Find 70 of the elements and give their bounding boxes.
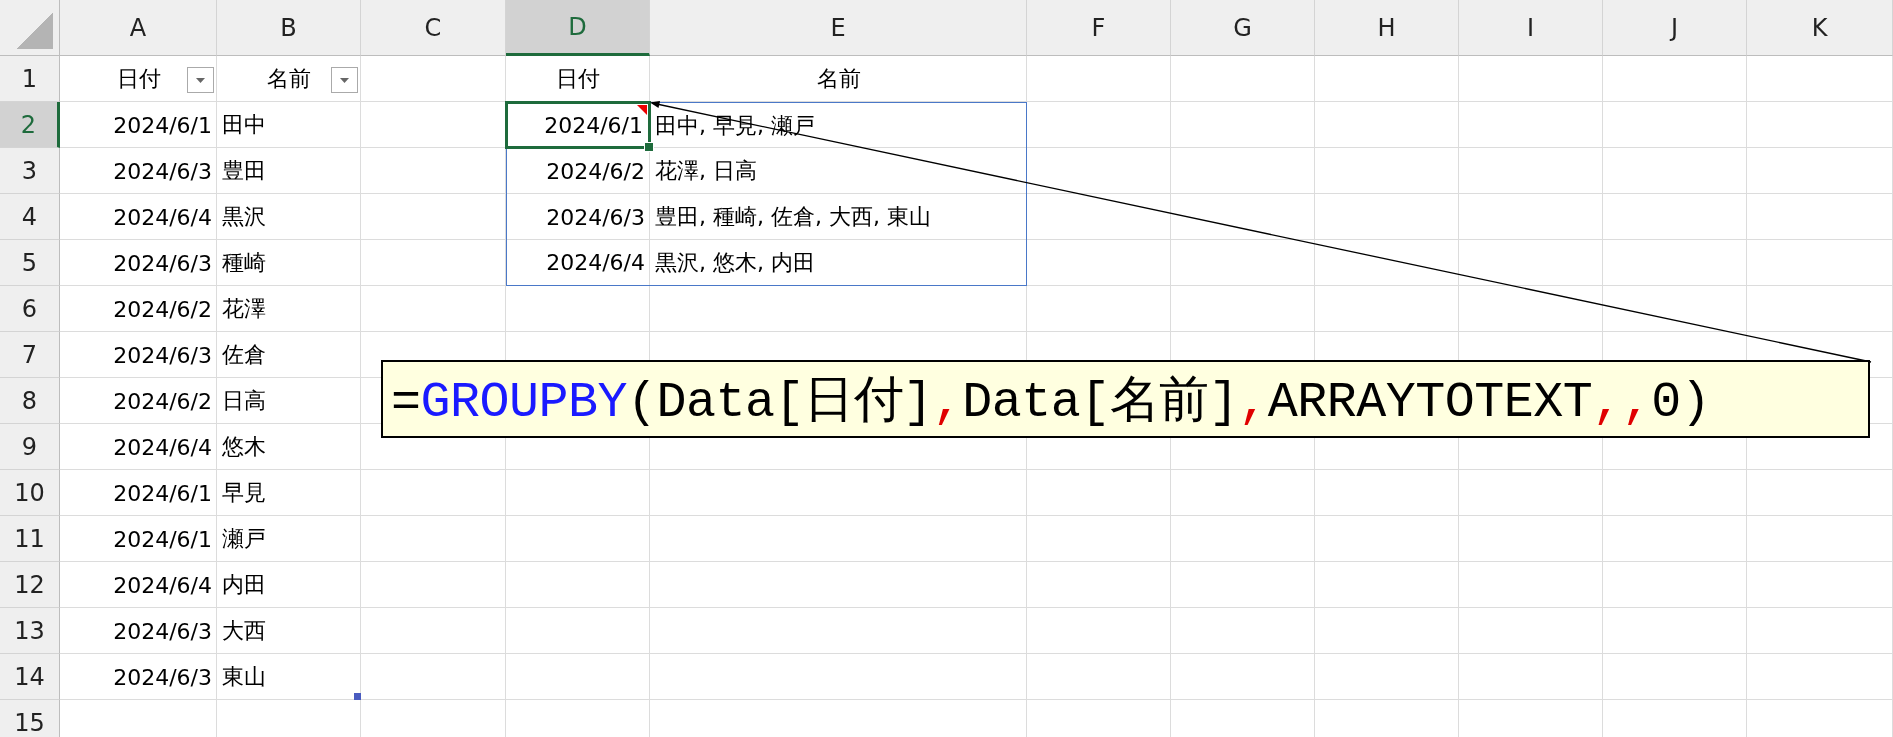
row-header[interactable]: 2 bbox=[0, 102, 60, 148]
filter-dropdown-button[interactable] bbox=[331, 67, 358, 93]
cell-text: 名前 bbox=[816, 65, 861, 93]
cell-text: 日高 bbox=[222, 387, 266, 415]
row-header[interactable]: 6 bbox=[0, 286, 60, 332]
cell-text: 2024/6/3 bbox=[546, 204, 645, 230]
column-header[interactable]: A bbox=[60, 0, 217, 56]
row-header[interactable]: 12 bbox=[0, 562, 60, 608]
row-header[interactable]: 1 bbox=[0, 56, 60, 102]
table-resize-handle[interactable] bbox=[354, 693, 361, 700]
cell-text: 2024/6/2 bbox=[113, 296, 212, 322]
row-header[interactable]: 11 bbox=[0, 516, 60, 562]
cell-text: 2024/6/3 bbox=[113, 342, 212, 368]
cell-text: 日付 bbox=[116, 65, 161, 93]
cell-text: 悠木 bbox=[222, 433, 266, 461]
cell-text: 田中 bbox=[222, 111, 266, 139]
cell-text: 2024/6/4 bbox=[113, 572, 212, 598]
cell-text: 2024/6/3 bbox=[113, 664, 212, 690]
cell-text: 2024/6/4 bbox=[546, 250, 645, 275]
row-header[interactable]: 15 bbox=[0, 700, 60, 737]
column-header[interactable]: F bbox=[1027, 0, 1171, 56]
row-header[interactable]: 10 bbox=[0, 470, 60, 516]
row-header[interactable]: 4 bbox=[0, 194, 60, 240]
cell-text: 豊田, 種崎, 佐倉, 大西, 東山 bbox=[655, 203, 931, 231]
row-header[interactable]: 3 bbox=[0, 148, 60, 194]
column-header[interactable]: H bbox=[1315, 0, 1459, 56]
cell-text: 瀬戸 bbox=[222, 525, 266, 553]
cell-text: 2024/6/3 bbox=[113, 250, 212, 276]
cell-text: 種崎 bbox=[222, 249, 266, 277]
cell-text: 豊田 bbox=[222, 157, 266, 185]
cell-text: 2024/6/3 bbox=[113, 158, 212, 184]
cell-text: 大西 bbox=[222, 617, 266, 645]
cell-text: 花澤 bbox=[222, 295, 266, 323]
column-header[interactable]: K bbox=[1747, 0, 1893, 56]
column-header[interactable]: D bbox=[506, 0, 650, 56]
cell-text: 佐倉 bbox=[222, 341, 266, 369]
filter-dropdown-button[interactable] bbox=[187, 67, 214, 93]
column-header[interactable]: C bbox=[361, 0, 506, 56]
column-header[interactable]: I bbox=[1459, 0, 1603, 56]
column-header[interactable]: J bbox=[1603, 0, 1747, 56]
fill-handle[interactable] bbox=[644, 142, 654, 152]
cell-text: 内田 bbox=[222, 571, 266, 599]
cell-text: 早見 bbox=[222, 479, 266, 507]
cell-text: 2024/6/4 bbox=[113, 204, 212, 230]
row-header[interactable]: 5 bbox=[0, 240, 60, 286]
cell-text: 2024/6/1 bbox=[544, 112, 643, 138]
caret-icon bbox=[196, 77, 205, 83]
cell-text: 花澤, 日高 bbox=[655, 157, 757, 185]
cell-text: 2024/6/4 bbox=[113, 434, 212, 460]
cell-text: 2024/6/3 bbox=[113, 618, 212, 644]
cell-text: 名前 bbox=[267, 65, 311, 93]
cell-text: 2024/6/1 bbox=[113, 480, 212, 506]
cell-text: 2024/6/1 bbox=[113, 526, 212, 552]
row-header[interactable]: 7 bbox=[0, 332, 60, 378]
caret-icon bbox=[340, 77, 349, 83]
column-header[interactable]: G bbox=[1171, 0, 1315, 56]
cell-text: 2024/6/2 bbox=[113, 388, 212, 414]
row-header[interactable]: 9 bbox=[0, 424, 60, 470]
row-header[interactable]: 13 bbox=[0, 608, 60, 654]
cell-text: 東山 bbox=[222, 663, 266, 691]
row-header[interactable]: 8 bbox=[0, 378, 60, 424]
cell-text: 2024/6/2 bbox=[546, 158, 645, 184]
cell-text: 黒沢 bbox=[222, 203, 266, 231]
cell-text: 黒沢, 悠木, 内田 bbox=[655, 248, 815, 277]
cell-text: 日付 bbox=[556, 65, 600, 93]
column-header[interactable]: E bbox=[650, 0, 1027, 56]
cell-text: 2024/6/1 bbox=[113, 112, 212, 138]
formula-text: =GROUPBY(Data[日付],Data[名前],ARRAYTOTEXT,,0) bbox=[391, 372, 1711, 433]
row-header[interactable]: 14 bbox=[0, 654, 60, 700]
column-header[interactable]: B bbox=[217, 0, 361, 56]
